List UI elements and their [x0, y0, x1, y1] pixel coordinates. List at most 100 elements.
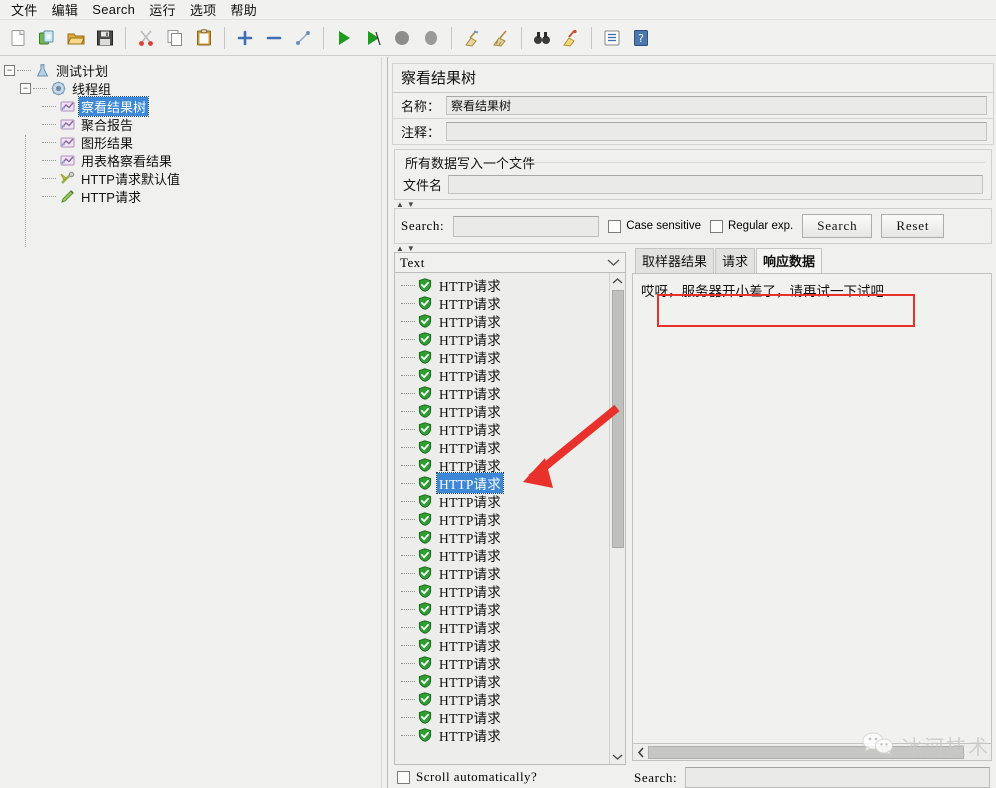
chevron-down-icon[interactable] — [607, 256, 620, 270]
result-row[interactable]: HTTP请求 — [395, 366, 609, 384]
tree-node-aggregate-report[interactable]: 聚合报告 — [0, 115, 381, 133]
grip-up-arrow-icon[interactable]: ▲ — [396, 244, 404, 252]
result-row[interactable]: HTTP请求 — [395, 726, 609, 744]
menu-run[interactable]: 运行 — [142, 0, 183, 21]
search-input[interactable] — [453, 215, 600, 237]
tab-response-data[interactable]: 响应数据 — [756, 248, 823, 273]
result-row[interactable]: HTTP请求 — [395, 456, 609, 474]
case-sensitive-checkbox[interactable]: Case sensitive — [608, 219, 701, 233]
scroll-automatically-checkbox[interactable]: Scroll automatically? — [394, 765, 626, 788]
menu-search[interactable]: Search — [85, 0, 142, 19]
menu-options[interactable]: 选项 — [183, 0, 224, 21]
test-plan-tree[interactable]: − 测试计划 − 线程组 察看结果树 聚合报告 图形结果 用表格察看结果 HTT… — [0, 57, 381, 788]
filename-input[interactable] — [448, 175, 983, 194]
tree-node-http-request[interactable]: HTTP请求 — [0, 187, 381, 205]
result-row[interactable]: HTTP请求 — [395, 546, 609, 564]
results-list[interactable]: HTTP请求 HTTP请求 HTTP请求 HTTP请求 HTTP请求 HTTP请求 HTTP… — [395, 273, 609, 764]
result-row[interactable]: HTTP请求 — [395, 582, 609, 600]
grip-down-arrow-icon[interactable]: ▼ — [407, 200, 415, 208]
start-play-icon[interactable] — [330, 24, 358, 52]
result-row[interactable]: HTTP请求 — [395, 528, 609, 546]
tree-toggle-icon[interactable]: − — [20, 82, 31, 94]
search-button[interactable]: Search — [802, 214, 873, 238]
tree-node-view-results-tree[interactable]: 察看结果树 — [0, 95, 381, 117]
menu-help[interactable]: 帮助 — [223, 0, 264, 21]
result-row[interactable]: HTTP请求 — [395, 420, 609, 438]
templates-icon[interactable] — [33, 24, 61, 52]
result-row[interactable]: HTTP请求 — [395, 654, 609, 672]
scroll-left-arrow-icon[interactable] — [633, 745, 648, 760]
result-row[interactable]: HTTP请求 — [395, 672, 609, 690]
cut-scissors-icon[interactable] — [132, 24, 160, 52]
grip-up-arrow-icon[interactable]: ▲ — [396, 200, 404, 208]
open-folder-icon[interactable] — [62, 24, 90, 52]
menu-file[interactable]: 文件 — [4, 0, 45, 21]
result-row[interactable]: HTTP请求 — [395, 438, 609, 456]
menu-edit[interactable]: 编辑 — [45, 0, 86, 21]
tab-sampler-result[interactable]: 取样器结果 — [635, 248, 715, 273]
result-row[interactable]: HTTP请求 — [395, 492, 609, 510]
tree-node-http-defaults[interactable]: HTTP请求默认值 — [0, 169, 381, 187]
result-row[interactable]: HTTP请求 — [395, 564, 609, 582]
result-row[interactable]: HTTP请求 — [395, 472, 609, 494]
result-row[interactable]: HTTP请求 — [395, 402, 609, 420]
panel-splitter[interactable] — [381, 57, 388, 788]
new-document-icon[interactable] — [4, 24, 32, 52]
result-row[interactable]: HTTP请求 — [395, 276, 609, 294]
paste-clipboard-icon[interactable] — [190, 24, 218, 52]
collapse-minus-icon[interactable] — [260, 24, 288, 52]
result-row[interactable]: HTTP请求 — [395, 510, 609, 528]
stop-icon[interactable] — [388, 24, 416, 52]
start-no-timers-icon[interactable] — [359, 24, 387, 52]
search-reset-broom-icon[interactable] — [557, 24, 585, 52]
copy-icon[interactable] — [161, 24, 189, 52]
bottom-search-input[interactable] — [685, 767, 990, 788]
response-horizontal-scrollbar[interactable] — [632, 744, 992, 761]
tree-connector — [401, 554, 415, 556]
result-row[interactable]: HTTP请求 — [395, 330, 609, 348]
result-row[interactable]: HTTP请求 — [395, 690, 609, 708]
split-grip-top[interactable]: ▲ ▼ — [392, 200, 994, 208]
comment-input[interactable] — [446, 122, 987, 141]
renderer-select[interactable]: Text — [394, 252, 626, 273]
result-row[interactable]: HTTP请求 — [395, 618, 609, 636]
shutdown-icon[interactable] — [417, 24, 445, 52]
result-row[interactable]: HTTP请求 — [395, 636, 609, 654]
results-vertical-scrollbar[interactable] — [609, 273, 625, 764]
clear-broom-icon[interactable] — [458, 24, 486, 52]
tree-node-test-plan[interactable]: − 测试计划 — [0, 61, 381, 79]
search-binoculars-icon[interactable] — [528, 24, 556, 52]
scroll-up-arrow-icon[interactable] — [610, 273, 626, 288]
tree-node-graph-results[interactable]: 图形结果 — [0, 133, 381, 151]
result-row[interactable]: HTTP请求 — [395, 294, 609, 312]
function-helper-icon[interactable] — [598, 24, 626, 52]
tree-node-thread-group[interactable]: − 线程组 — [0, 79, 381, 97]
result-row[interactable]: HTTP请求 — [395, 708, 609, 726]
reset-button[interactable]: Reset — [881, 214, 945, 238]
toggle-node-icon[interactable] — [289, 24, 317, 52]
result-row[interactable]: HTTP请求 — [395, 384, 609, 402]
checkbox-box[interactable] — [709, 219, 723, 233]
tab-request[interactable]: 请求 — [715, 248, 756, 273]
grip-down-arrow-icon[interactable]: ▼ — [407, 244, 415, 252]
scrollbar-track[interactable] — [648, 745, 991, 760]
result-row[interactable]: HTTP请求 — [395, 600, 609, 618]
save-icon[interactable] — [91, 24, 119, 52]
tree-toggle-icon[interactable]: − — [4, 64, 15, 76]
regular-exp-checkbox[interactable]: Regular exp. — [709, 219, 793, 233]
scrollbar-thumb[interactable] — [611, 290, 624, 549]
name-input[interactable]: 察看结果树 — [446, 96, 987, 115]
expand-plus-icon[interactable] — [231, 24, 259, 52]
result-row[interactable]: HTTP请求 — [395, 348, 609, 366]
checkbox-box[interactable] — [397, 770, 410, 784]
checkbox-box[interactable] — [608, 219, 622, 233]
help-question-icon[interactable]: ? — [627, 24, 655, 52]
response-data-view[interactable]: 哎呀，服务器开小差了，请再试一下试吧 — [632, 274, 992, 744]
scrollbar-thumb[interactable] — [648, 745, 964, 759]
scroll-down-arrow-icon[interactable] — [610, 749, 626, 764]
tree-node-summary-table[interactable]: 用表格察看结果 — [0, 151, 381, 169]
clear-all-broom-icon[interactable] — [487, 24, 515, 52]
results-tree[interactable]: HTTP请求 HTTP请求 HTTP请求 HTTP请求 HTTP请求 HTTP请求 HTTP… — [394, 273, 626, 765]
result-row[interactable]: HTTP请求 — [395, 312, 609, 330]
scrollbar-track[interactable] — [609, 288, 625, 749]
